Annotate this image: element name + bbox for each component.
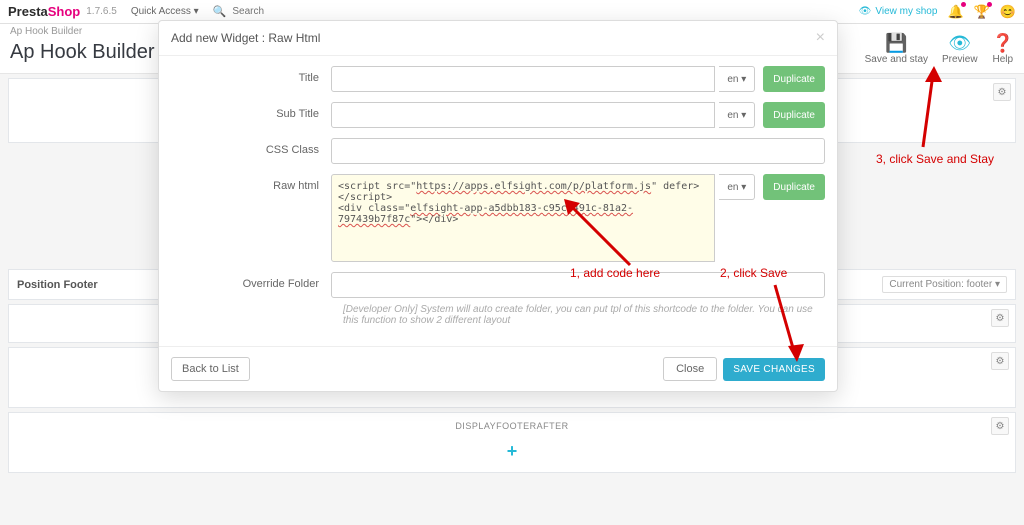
section-title: Position Footer	[17, 279, 98, 291]
subtitle-label: Sub Title	[171, 102, 331, 120]
add-widget-modal: Add new Widget : Raw Html × Title en ▾ D…	[158, 20, 838, 392]
css-class-label: CSS Class	[171, 138, 331, 156]
notification-bell-icon[interactable]: 🔔	[947, 4, 963, 20]
duplicate-button[interactable]: Duplicate	[763, 102, 825, 128]
current-position-dropdown[interactable]: Current Position: footer ▾	[882, 276, 1007, 293]
eye-icon: 👁	[942, 33, 978, 54]
raw-html-label: Raw html	[171, 174, 331, 192]
duplicate-button[interactable]: Duplicate	[763, 66, 825, 92]
avatar-icon[interactable]: 😊	[1000, 4, 1016, 20]
gear-icon[interactable]: ⚙	[993, 83, 1011, 101]
trophy-icon[interactable]: 🏆	[974, 4, 990, 20]
logo: PrestaShop	[8, 4, 80, 19]
duplicate-button[interactable]: Duplicate	[763, 174, 825, 200]
gear-icon[interactable]: ⚙	[991, 309, 1009, 327]
quick-access-dropdown[interactable]: Quick Access ▾	[131, 6, 199, 17]
zone-label: DISPLAYFOOTERAFTER	[9, 413, 1015, 435]
title-input[interactable]	[331, 66, 715, 92]
breadcrumb: Ap Hook Builder	[10, 26, 82, 37]
save-icon: 💾	[865, 33, 928, 54]
close-icon[interactable]: ×	[816, 29, 825, 47]
modal-header: Add new Widget : Raw Html ×	[159, 21, 837, 56]
override-folder-input[interactable]	[331, 272, 825, 298]
lang-dropdown[interactable]: en ▾	[719, 174, 755, 200]
version-text: 1.7.6.5	[86, 6, 117, 17]
lang-dropdown[interactable]: en ▾	[719, 66, 755, 92]
logo-presta: Presta	[8, 4, 48, 19]
lang-dropdown[interactable]: en ▾	[719, 102, 755, 128]
eye-icon: 👁	[859, 6, 872, 17]
subtitle-input[interactable]	[331, 102, 715, 128]
modal-title: Add new Widget : Raw Html	[171, 31, 320, 45]
override-folder-label: Override Folder	[171, 272, 331, 290]
search-input[interactable]	[226, 3, 370, 21]
css-class-input[interactable]	[331, 138, 825, 164]
close-button[interactable]: Close	[663, 357, 717, 381]
save-changes-button[interactable]: SAVE CHANGES	[723, 358, 825, 381]
view-shop-link[interactable]: 👁View my shop	[859, 6, 938, 17]
title-label: Title	[171, 66, 331, 84]
logo-shop: Shop	[48, 4, 81, 19]
override-hint: [Developer Only] System will auto create…	[343, 304, 825, 326]
back-to-list-button[interactable]: Back to List	[171, 357, 250, 381]
preview-label: Preview	[942, 54, 978, 65]
help-button[interactable]: ❓ Help	[992, 33, 1014, 65]
save-stay-label: Save and stay	[865, 54, 928, 65]
add-widget-button[interactable]: +	[9, 435, 1015, 472]
zone-display-footer-after: ⚙ DISPLAYFOOTERAFTER +	[8, 412, 1016, 473]
help-icon: ❓	[992, 33, 1014, 54]
page-title: Ap Hook Builder	[10, 41, 155, 64]
gear-icon[interactable]: ⚙	[991, 352, 1009, 370]
search-icon[interactable]: 🔍	[213, 5, 227, 18]
save-and-stay-button[interactable]: 💾 Save and stay	[865, 33, 928, 65]
help-label: Help	[993, 54, 1014, 65]
preview-button[interactable]: 👁 Preview	[942, 33, 978, 65]
gear-icon[interactable]: ⚙	[991, 417, 1009, 435]
raw-html-textarea[interactable]: <script src="https://apps.elfsight.com/p…	[331, 174, 715, 262]
